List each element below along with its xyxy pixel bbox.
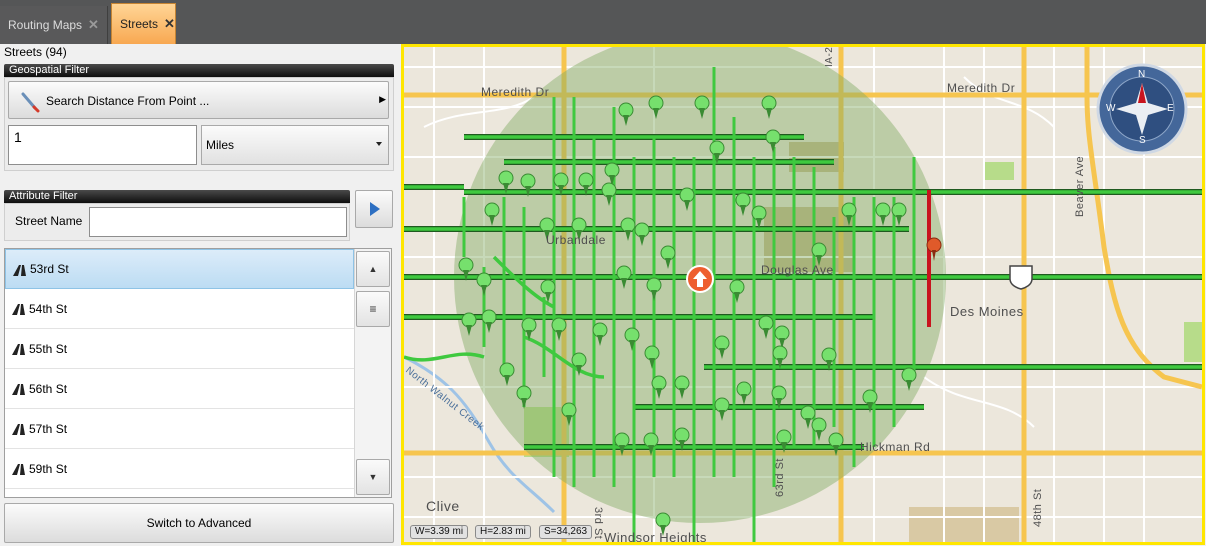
city-label: Des Moines	[950, 304, 1024, 319]
city-label: Urbandale	[546, 233, 606, 247]
switch-to-advanced-button[interactable]: Switch to Advanced	[4, 503, 394, 543]
street-name-label: Street Name	[15, 214, 83, 228]
street-name-input[interactable]	[89, 207, 347, 237]
list-item[interactable]: 57th St	[5, 409, 354, 449]
street-icon	[12, 424, 25, 435]
park-area	[909, 507, 1019, 542]
streets-panel: Streets (94) Geospatial Filter Search Di…	[0, 44, 400, 546]
street-name: 59th St	[29, 461, 68, 476]
list-item[interactable]: 55th St	[5, 329, 354, 369]
geospatial-filter-header: Geospatial Filter	[4, 64, 394, 77]
street-label: Hickman Rd	[860, 440, 931, 454]
street-name: 55th St	[29, 341, 68, 356]
scroll-thumb[interactable]: ≡	[356, 291, 390, 327]
distance-input[interactable]: 1	[8, 125, 197, 165]
street-name: 54th St	[29, 301, 68, 316]
tab-routing-maps[interactable]: Routing Maps ✕	[0, 6, 108, 44]
search-distance-button[interactable]: Search Distance From Point ... ▶	[8, 81, 389, 119]
map-canvas[interactable]	[404, 47, 1202, 542]
compass-east: E	[1167, 103, 1175, 114]
search-distance-label: Search Distance From Point ...	[46, 94, 210, 108]
tab-streets[interactable]: Streets ✕	[111, 3, 176, 44]
scroll-down-button[interactable]: ▼	[356, 459, 390, 495]
list-item[interactable]	[5, 489, 354, 497]
origin-marker-icon[interactable]	[686, 265, 714, 293]
street-name: 56th St	[29, 381, 68, 396]
street-label: Meredith Dr	[481, 85, 550, 99]
city-label: Windsor Heights	[604, 530, 707, 545]
compass-south: S	[1139, 135, 1147, 146]
map-scale-readout: S=34,263	[539, 525, 593, 539]
street-label: 3rd St	[592, 507, 604, 540]
city-label: Clive	[426, 498, 460, 514]
tab-bar: Routing Maps ✕ Streets ✕	[0, 0, 1206, 44]
play-icon	[370, 202, 380, 216]
unit-value: Miles	[206, 138, 235, 152]
street-icon	[12, 344, 25, 355]
highway-shield-icon	[1009, 265, 1033, 290]
street-label: Beaver Ave	[1074, 155, 1086, 217]
street-label: Douglas Ave	[761, 263, 834, 277]
streets-list: 53rd St 54th St 55th St 56th St 57th St …	[4, 248, 392, 498]
street-label: 63rd St	[774, 458, 786, 497]
street-label: 48th St	[1032, 488, 1044, 527]
scroll-up-button[interactable]: ▲	[356, 251, 390, 287]
list-item[interactable]: 56th St	[5, 369, 354, 409]
park-area	[984, 162, 1014, 180]
street-name: 53rd St	[30, 262, 69, 276]
chevron-down-icon	[376, 142, 382, 146]
list-scrollbar[interactable]: ▲ ≡ ▼	[354, 249, 391, 497]
street-icon	[12, 464, 25, 475]
tab-label: Routing Maps	[8, 18, 83, 32]
tab-label: Streets	[120, 17, 159, 31]
unit-select[interactable]: Miles	[201, 125, 389, 165]
street-icon	[12, 384, 25, 395]
street-icon	[13, 264, 26, 276]
street-label: Meredith Dr	[947, 81, 1016, 95]
street-name: 57th St	[29, 421, 68, 436]
map-height-readout: H=2.83 mi	[475, 525, 531, 539]
compass-west: W	[1106, 103, 1116, 114]
streets-count: Streets (94)	[4, 45, 67, 59]
pushpin-icon	[21, 92, 40, 113]
map-width-readout: W=3.39 mi	[410, 525, 469, 539]
park-area	[1184, 322, 1202, 362]
attribute-filter-header: Attribute Filter	[4, 190, 350, 203]
street-icon	[12, 304, 25, 315]
close-icon[interactable]: ✕	[164, 16, 175, 32]
map-view[interactable]: N E S W Meredith Dr Meredith Dr IA-28 S …	[401, 44, 1205, 545]
list-item[interactable]: 54th St	[5, 289, 354, 329]
chevron-right-icon: ▶	[379, 94, 386, 104]
list-item[interactable]: 59th St	[5, 449, 354, 489]
apply-filter-button[interactable]	[355, 190, 393, 228]
street-label: IA-28 S	[824, 44, 835, 67]
list-item[interactable]: 53rd St	[5, 249, 354, 289]
compass-north: N	[1138, 69, 1146, 80]
close-icon[interactable]: ✕	[88, 17, 99, 33]
